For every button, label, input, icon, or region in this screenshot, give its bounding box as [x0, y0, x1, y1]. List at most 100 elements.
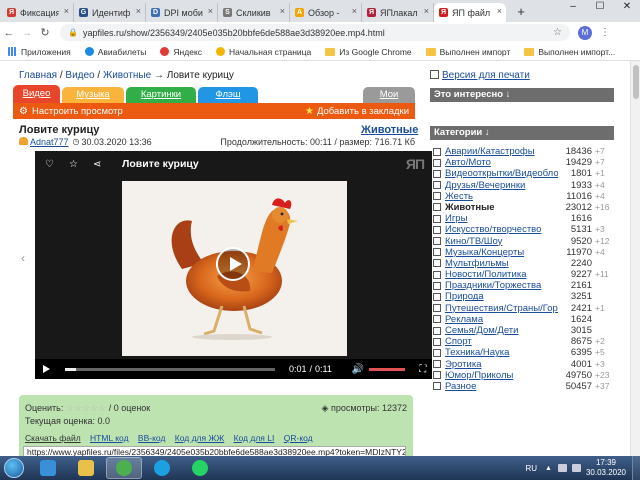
category-item[interactable]: Реклама 1624: [433, 314, 614, 325]
category-name[interactable]: Видеооткрытки/Видеоблоги: [445, 168, 558, 179]
category-item[interactable]: Юмор/Приколы 49750 +23: [433, 370, 614, 381]
browser-tab[interactable]: D DPI моби ×: [146, 3, 218, 22]
breadcrumb-video[interactable]: Видео: [65, 70, 94, 81]
customize-view-link[interactable]: Настроить просмотр: [32, 106, 123, 117]
category-name[interactable]: Спорт: [445, 336, 558, 347]
category-item[interactable]: Аварии/Катастрофы 18436 +7: [433, 146, 614, 157]
reload-icon[interactable]: ↻: [36, 26, 54, 39]
category-item[interactable]: Музыка/Концерты 11970 +4: [433, 247, 614, 258]
tab-flash[interactable]: Флэш: [198, 87, 258, 103]
interesting-header[interactable]: Это интересно ↓: [430, 88, 614, 102]
tab-pictures[interactable]: Картинки: [126, 87, 196, 103]
share-icon[interactable]: ⋖: [93, 159, 101, 170]
tab-close-icon[interactable]: ×: [424, 6, 429, 16]
volume-slider[interactable]: [369, 367, 406, 371]
category-item[interactable]: Искусство/творчество 5131 +3: [433, 224, 614, 235]
category-item[interactable]: Животные 23012 +16: [433, 202, 614, 213]
add-bookmark-link[interactable]: ★ Добавить в закладки: [305, 106, 409, 117]
volume-icon[interactable]: 🔊: [352, 364, 364, 375]
category-item[interactable]: Праздники/Торжества 2161: [433, 280, 614, 291]
menu-icon[interactable]: ⋮: [600, 27, 610, 38]
maximize-icon[interactable]: ☐: [587, 0, 613, 16]
taskbar-item-explorer[interactable]: [30, 457, 66, 479]
fullscreen-icon[interactable]: ⛶: [419, 364, 426, 375]
bookmark-item[interactable]: Приложения: [8, 47, 71, 57]
category-item[interactable]: Видеооткрытки/Видеоблоги 1801 +1: [433, 168, 614, 179]
category-name[interactable]: Авто/Мото: [445, 157, 558, 168]
show-desktop-button[interactable]: [632, 456, 640, 480]
category-name[interactable]: Мультфильмы: [445, 258, 558, 269]
my-files-button[interactable]: Мои файлы: [363, 87, 415, 116]
breadcrumb-animals[interactable]: Животные: [103, 70, 151, 81]
taskbar-item-skype[interactable]: [144, 457, 180, 479]
taskbar-item-whatsapp[interactable]: [182, 457, 218, 479]
rating-stars[interactable]: ☆☆☆☆☆: [66, 403, 106, 413]
category-name[interactable]: Новости/Политика: [445, 269, 558, 280]
category-item[interactable]: Авто/Мото 19429 +7: [433, 157, 614, 168]
tab-music[interactable]: Музыка: [62, 87, 124, 103]
category-name[interactable]: Кино/ТВ/Шоу: [445, 236, 558, 247]
category-item[interactable]: Мультфильмы 2240: [433, 258, 614, 269]
category-item[interactable]: Кино/ТВ/Шоу 9520 +12: [433, 236, 614, 247]
page-scrollbar[interactable]: [630, 61, 640, 456]
tab-close-icon[interactable]: ×: [497, 6, 502, 16]
play-button[interactable]: [216, 247, 250, 281]
category-item[interactable]: Друзья/Вечеринки 1933 +4: [433, 180, 614, 191]
browser-tab[interactable]: G Идентиф ×: [74, 3, 146, 22]
play-icon[interactable]: [43, 365, 50, 373]
html-code-link[interactable]: HTML код: [90, 433, 129, 443]
tab-close-icon[interactable]: ×: [352, 6, 357, 16]
category-name[interactable]: Музыка/Концерты: [445, 247, 558, 258]
tab-video[interactable]: Видео: [13, 85, 60, 103]
breadcrumb-home[interactable]: Главная: [19, 70, 57, 81]
close-window-icon[interactable]: ✕: [614, 0, 640, 16]
scrollbar-thumb[interactable]: [633, 65, 639, 99]
lj-code-link[interactable]: Код для ЖЖ: [175, 433, 224, 443]
category-item[interactable]: Техника/Наука 6395 +5: [433, 347, 614, 358]
category-item[interactable]: Разное 50457 +37: [433, 381, 614, 392]
category-name[interactable]: Праздники/Торжества: [445, 280, 558, 291]
category-item[interactable]: Новости/Политика 9227 +11: [433, 269, 614, 280]
bookmark-item[interactable]: Выполнен импорт...: [524, 47, 615, 57]
tab-close-icon[interactable]: ×: [136, 6, 141, 16]
address-url[interactable]: yapfiles.ru/show/2356349/2405e035b20bbfe…: [83, 28, 553, 38]
bookmark-item[interactable]: Яндекс: [160, 47, 202, 57]
bookmark-item[interactable]: Начальная страница: [216, 47, 311, 57]
video-player[interactable]: ‹ ♡ ☆ ⋖ Ловите курицу ЯП 0:01 / 0:11 🔊 ⛶: [21, 151, 432, 379]
minimize-icon[interactable]: –: [560, 0, 586, 16]
bookmark-item[interactable]: Авиабилеты: [84, 47, 146, 57]
bb-code-link[interactable]: BB-код: [138, 433, 165, 443]
download-link[interactable]: Скачать файл: [25, 433, 81, 443]
category-name[interactable]: Аварии/Катастрофы: [445, 146, 558, 157]
volume-tray-icon[interactable]: [571, 464, 581, 472]
browser-tab[interactable]: S Скликив ×: [218, 3, 290, 22]
category-name[interactable]: Реклама: [445, 314, 558, 325]
category-name[interactable]: Семья/Дом/Дети: [445, 325, 558, 336]
print-version-link[interactable]: Версия для печати: [430, 70, 530, 81]
tab-close-icon[interactable]: ×: [64, 6, 69, 16]
category-name[interactable]: Техника/Наука: [445, 347, 558, 358]
category-name[interactable]: Искусство/творчество: [445, 224, 558, 235]
category-name[interactable]: Друзья/Вечеринки: [445, 180, 558, 191]
category-name[interactable]: Игры: [445, 213, 558, 224]
category-item[interactable]: Путешествия/Страны/Города 2421+1: [433, 303, 614, 314]
category-name[interactable]: Разное: [445, 381, 558, 392]
category-name[interactable]: Жесть: [445, 191, 558, 202]
address-bar[interactable]: 🔒 yapfiles.ru/show/2356349/2405e035b20bb…: [60, 24, 570, 41]
category-item[interactable]: Природа 3251: [433, 291, 614, 302]
category-item[interactable]: Спорт 8675 +2: [433, 336, 614, 347]
heart-icon[interactable]: ♡: [45, 159, 54, 170]
category-item[interactable]: Игры 1616: [433, 213, 614, 224]
category-item[interactable]: Эротика 4001 +3: [433, 359, 614, 370]
author-link[interactable]: Adnat777: [30, 137, 69, 147]
taskbar-item-chrome[interactable]: [106, 457, 142, 479]
li-code-link[interactable]: Код для LI: [234, 433, 275, 443]
browser-tab[interactable]: Я ЯПлакал ×: [362, 3, 434, 22]
browser-tab[interactable]: Я ЯП файл ×: [434, 3, 506, 22]
category-name[interactable]: Юмор/Приколы: [445, 370, 558, 381]
post-category-link[interactable]: Животные: [361, 124, 418, 136]
category-item[interactable]: Семья/Дом/Дети 3015: [433, 325, 614, 336]
bookmark-star-icon[interactable]: ☆: [553, 27, 562, 38]
profile-avatar[interactable]: M: [578, 25, 592, 40]
category-name[interactable]: Животные: [445, 202, 558, 213]
